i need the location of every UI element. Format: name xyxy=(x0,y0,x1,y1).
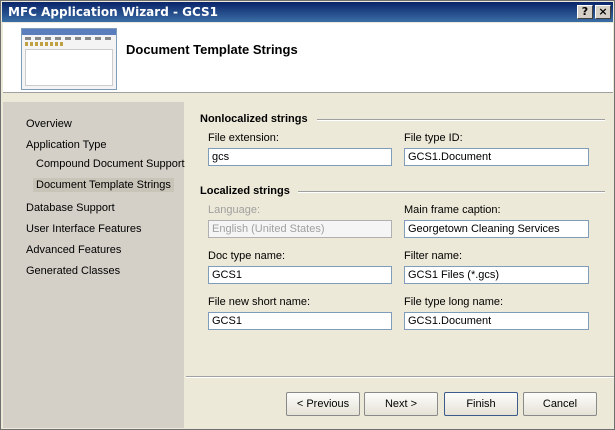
file-extension-field[interactable]: gcs xyxy=(208,148,392,166)
window-title: MFC Application Wizard - GCS1 xyxy=(8,5,218,19)
finish-button[interactable]: Finish xyxy=(444,392,518,416)
title-bar: MFC Application Wizard - GCS1 ? × xyxy=(2,2,613,22)
section-divider xyxy=(298,191,605,193)
cancel-button[interactable]: Cancel xyxy=(523,392,597,416)
next-button[interactable]: Next > xyxy=(364,392,438,416)
filter-name-label: Filter name: xyxy=(404,250,463,262)
page-heading: Document Template Strings xyxy=(126,42,298,57)
language-label: Language: xyxy=(208,204,260,216)
button-separator xyxy=(186,376,614,378)
nav-item-advanced-features[interactable]: Advanced Features xyxy=(26,244,121,256)
file-type-long-name-field[interactable]: GCS1.Document xyxy=(404,312,589,330)
file-type-id-label: File type ID: xyxy=(404,132,463,144)
wizard-nav: Overview Application Type Compound Docum… xyxy=(3,102,185,428)
nav-item-document-template-strings[interactable]: Document Template Strings xyxy=(33,178,174,192)
nonlocalized-section-title: Nonlocalized strings xyxy=(200,113,308,125)
nav-item-overview[interactable]: Overview xyxy=(26,118,72,130)
nav-item-user-interface-features[interactable]: User Interface Features xyxy=(26,223,142,235)
file-type-long-name-label: File type long name: xyxy=(404,296,504,308)
file-new-short-name-field[interactable]: GCS1 xyxy=(208,312,392,330)
main-frame-caption-label: Main frame caption: xyxy=(404,204,501,216)
doc-type-name-label: Doc type name: xyxy=(208,250,286,262)
nav-item-application-type[interactable]: Application Type xyxy=(26,139,107,151)
file-extension-label: File extension: xyxy=(208,132,279,144)
wizard-header: Document Template Strings xyxy=(3,23,613,93)
close-button[interactable]: × xyxy=(595,5,611,19)
nav-item-generated-classes[interactable]: Generated Classes xyxy=(26,265,120,277)
main-panel: Nonlocalized strings File extension: gcs… xyxy=(186,102,614,428)
main-frame-caption-field[interactable]: Georgetown Cleaning Services xyxy=(404,220,589,238)
localized-section-title: Localized strings xyxy=(200,185,290,197)
nav-item-database-support[interactable]: Database Support xyxy=(26,202,115,214)
previous-button[interactable]: < Previous xyxy=(286,392,360,416)
wizard-window: MFC Application Wizard - GCS1 ? × Docume… xyxy=(0,0,615,430)
file-new-short-name-label: File new short name: xyxy=(208,296,311,308)
filter-name-field[interactable]: GCS1 Files (*.gcs) xyxy=(404,266,589,284)
language-field: English (United States) xyxy=(208,220,392,238)
app-preview-icon xyxy=(21,28,117,90)
section-divider xyxy=(317,119,605,121)
nav-item-compound-document-support[interactable]: Compound Document Support xyxy=(36,158,185,170)
doc-type-name-field[interactable]: GCS1 xyxy=(208,266,392,284)
help-button[interactable]: ? xyxy=(577,5,593,19)
file-type-id-field[interactable]: GCS1.Document xyxy=(404,148,589,166)
